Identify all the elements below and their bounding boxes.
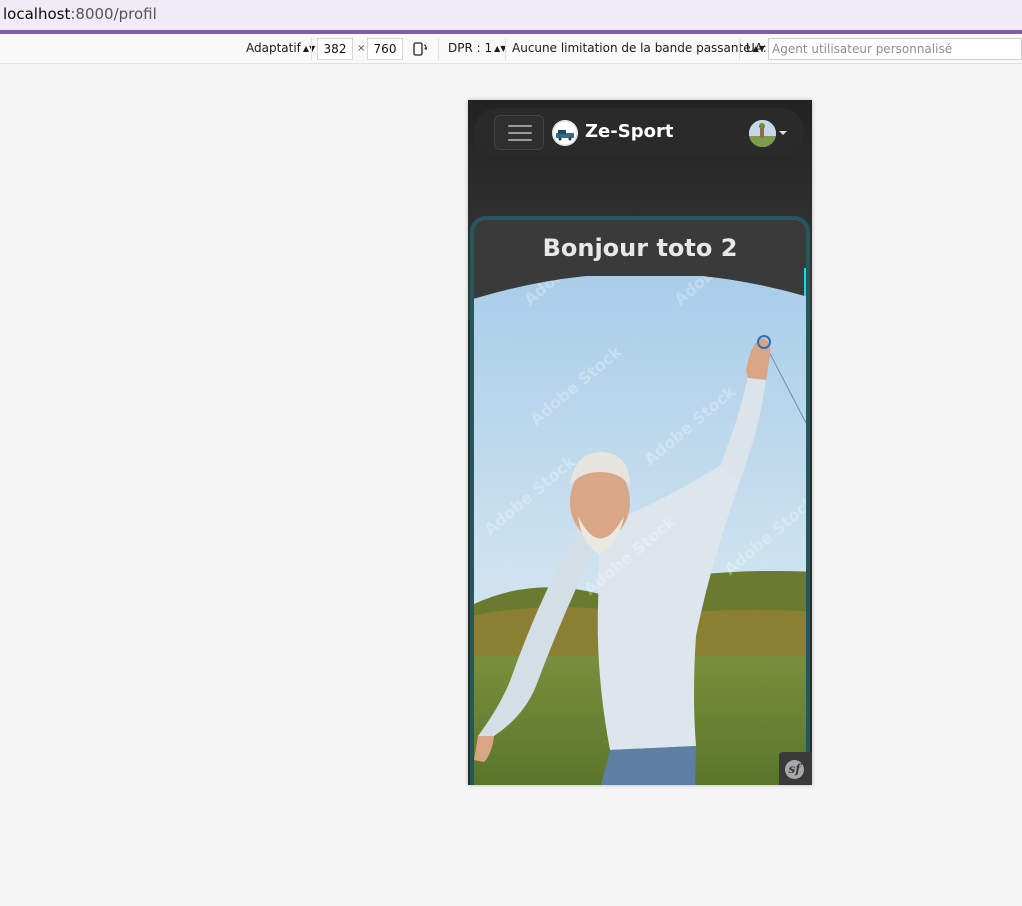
device-viewport: Ze-Sport Bonjour toto 2 Adobe Stock Adob…	[468, 100, 812, 785]
device-mode-label: Adaptatif	[246, 41, 301, 55]
url-text[interactable]: localhost:8000/profil	[3, 5, 157, 23]
divider	[311, 38, 312, 60]
divider	[505, 38, 506, 60]
hamburger-line	[508, 139, 532, 141]
divider	[739, 38, 740, 60]
symfony-debug-toolbar-toggle[interactable]: sf	[779, 752, 812, 785]
dimension-separator: ×	[357, 43, 366, 54]
url-host: localhost	[3, 5, 71, 23]
select-arrows-icon: ▲▼	[302, 44, 316, 53]
hamburger-line	[508, 132, 532, 134]
user-agent-input[interactable]: Agent utilisateur personnalisé	[768, 38, 1022, 60]
hamburger-line	[508, 125, 532, 127]
device-mode-select[interactable]: Adaptatif ▲▼	[246, 34, 315, 63]
rotate-viewport-icon[interactable]	[413, 41, 427, 57]
chevron-down-icon[interactable]	[779, 131, 787, 135]
divider	[438, 38, 439, 60]
url-path: :8000/profil	[70, 5, 157, 23]
avatar-image	[749, 120, 776, 147]
throttling-select[interactable]: Aucune limitation de la bande passante ▲▼	[512, 34, 765, 63]
profile-card: Bonjour toto 2 Adobe Stock Adobe Stock A…	[470, 216, 810, 785]
viewport-height-input[interactable]: 760	[367, 38, 403, 60]
viewport-width-input[interactable]: 382	[317, 38, 353, 60]
ua-label: UA:	[746, 41, 767, 55]
menu-toggle-button[interactable]	[494, 115, 544, 150]
user-avatar[interactable]	[749, 120, 776, 147]
symfony-icon: sf	[785, 760, 804, 779]
throttling-label: Aucune limitation de la bande passante	[512, 41, 751, 55]
responsive-design-toolbar: Adaptatif ▲▼ 382 × 760 DPR : 1 ▲▼ Aucune l…	[0, 34, 1022, 64]
brand-logo-icon[interactable]	[552, 120, 578, 146]
dpr-select[interactable]: DPR : 1 ▲▼	[448, 34, 506, 63]
page-title: Bonjour toto 2	[542, 234, 738, 262]
brand-logo-graphic	[552, 120, 578, 146]
hero-photo: Adobe Stock Adobe Stock Adobe Stock Adob…	[474, 276, 806, 785]
dpr-label: DPR : 1	[448, 41, 493, 55]
brand-name[interactable]: Ze-Sport	[585, 121, 673, 142]
address-bar[interactable]: localhost:8000/profil	[0, 0, 1022, 30]
